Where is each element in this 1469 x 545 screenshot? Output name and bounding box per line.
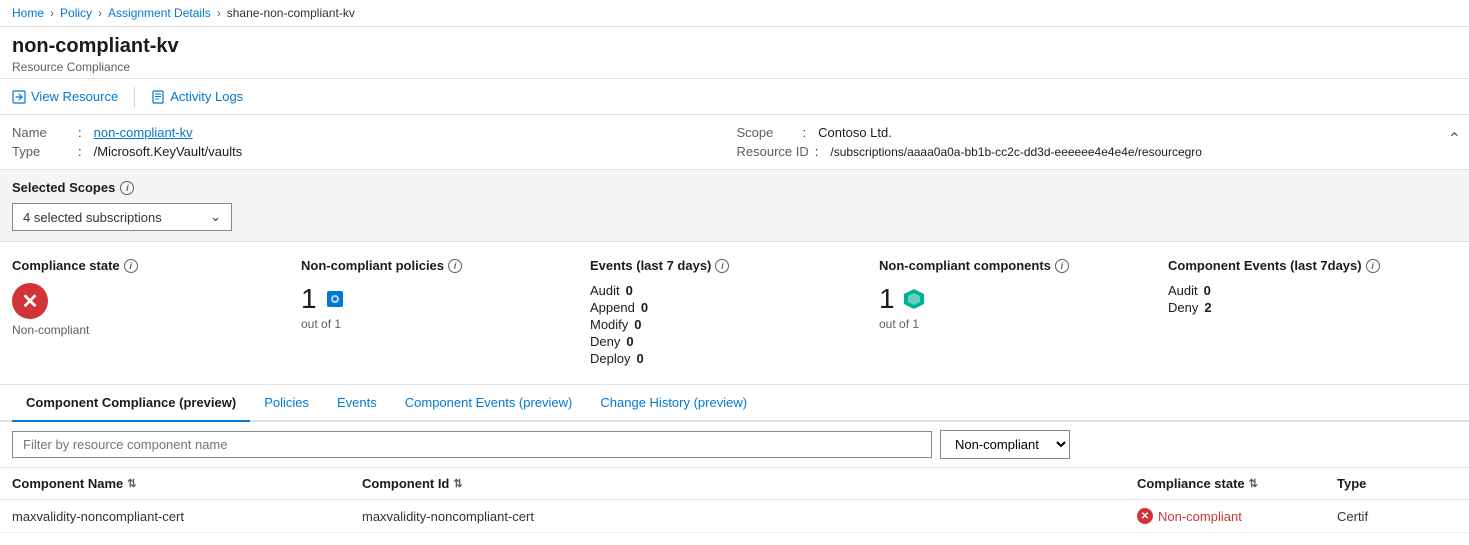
- breadcrumb-assignment-details[interactable]: Assignment Details: [108, 6, 211, 20]
- compliance-filter-dropdown[interactable]: Non-compliant: [940, 430, 1070, 459]
- activity-logs-label: Activity Logs: [170, 89, 243, 104]
- view-resource-button[interactable]: View Resource: [12, 85, 118, 108]
- table-header: Component Name ⇅ Component Id ⇅ Complian…: [0, 468, 1469, 500]
- non-compliant-policies-count: 1: [301, 283, 317, 315]
- comp-event-deny: Deny 2: [1168, 300, 1437, 315]
- col-component-name: Component Name ⇅: [12, 476, 362, 491]
- non-compliant-policies-info-icon[interactable]: i: [448, 259, 462, 273]
- component-events-list: Audit 0 Deny 2: [1168, 283, 1437, 315]
- scopes-label: Selected Scopes i: [12, 180, 1457, 195]
- event-deny: Deny 0: [590, 334, 859, 349]
- comp-event-audit: Audit 0: [1168, 283, 1437, 298]
- scope-value: Contoso Ltd.: [818, 125, 892, 140]
- view-resource-icon: [12, 90, 26, 104]
- view-resource-label: View Resource: [31, 89, 118, 104]
- breadcrumb-policy[interactable]: Policy: [60, 6, 92, 20]
- cell-compliance-state: ✕ Non-compliant: [1137, 508, 1337, 524]
- stats-section: Compliance state i ✕ Non-compliant Non-c…: [0, 242, 1469, 385]
- scopes-section: Selected Scopes i 4 selected subscriptio…: [0, 170, 1469, 242]
- scope-dropdown-value: 4 selected subscriptions: [23, 210, 162, 225]
- name-value[interactable]: non-compliant-kv: [94, 125, 193, 140]
- breadcrumb: Home › Policy › Assignment Details › sha…: [0, 0, 1469, 27]
- event-modify: Modify 0: [590, 317, 859, 332]
- cell-component-id: maxvalidity-noncompliant-cert: [362, 509, 1137, 524]
- scopes-info-icon[interactable]: i: [120, 181, 134, 195]
- tab-change-history[interactable]: Change History (preview): [586, 385, 761, 422]
- tabs-bar: Component Compliance (preview) Policies …: [0, 385, 1469, 422]
- component-events-info-icon[interactable]: i: [1366, 259, 1380, 273]
- sort-compliance-state-icon[interactable]: ⇅: [1249, 477, 1258, 490]
- non-compliant-components-out-of: out of 1: [879, 317, 1148, 331]
- tab-events[interactable]: Events: [323, 385, 391, 422]
- col-type: Type: [1337, 476, 1457, 491]
- col-compliance-state: Compliance state ⇅: [1137, 476, 1337, 491]
- tab-component-events[interactable]: Component Events (preview): [391, 385, 587, 422]
- non-compliant-label: Non-compliant: [12, 323, 281, 337]
- page-subtitle: Resource Compliance: [12, 60, 1457, 74]
- type-label: Type: [12, 144, 72, 159]
- resource-id-value: /subscriptions/aaaa0a0a-bb1b-cc2c-dd3d-e…: [830, 145, 1202, 159]
- non-compliant-components-count: 1: [879, 283, 895, 315]
- breadcrumb-home[interactable]: Home: [12, 6, 44, 20]
- events-list: Audit 0 Append 0 Modify 0 Deny 0 Deploy …: [590, 283, 859, 366]
- cell-component-name: maxvalidity-noncompliant-cert: [12, 509, 362, 524]
- events-info-icon[interactable]: i: [715, 259, 729, 273]
- event-append: Append 0: [590, 300, 859, 315]
- non-compliant-components-info-icon[interactable]: i: [1055, 259, 1069, 273]
- scope-dropdown[interactable]: 4 selected subscriptions ⌄: [12, 203, 232, 231]
- compliance-state-block: Compliance state i ✕ Non-compliant: [12, 258, 301, 368]
- tab-policies[interactable]: Policies: [250, 385, 323, 422]
- filter-bar: Non-compliant: [0, 422, 1469, 468]
- chevron-down-icon: ⌄: [210, 209, 221, 225]
- resource-id-label: Resource ID: [737, 144, 809, 159]
- component-events-title: Component Events (last 7days) i: [1168, 258, 1437, 273]
- page-title: non-compliant-kv: [12, 35, 1457, 58]
- non-compliant-components-block: Non-compliant components i 1 out of 1: [879, 258, 1168, 368]
- cell-type: Certif: [1337, 509, 1457, 524]
- col-component-id: Component Id ⇅: [362, 476, 1137, 491]
- toolbar-divider: [134, 87, 135, 107]
- non-compliant-icon: ✕: [12, 283, 48, 319]
- tab-component-compliance[interactable]: Component Compliance (preview): [12, 385, 250, 422]
- event-audit: Audit 0: [590, 283, 859, 298]
- scope-label: Scope: [737, 125, 797, 140]
- policy-icon: [325, 289, 345, 309]
- events-title: Events (last 7 days) i: [590, 258, 859, 273]
- filter-input[interactable]: [12, 431, 932, 458]
- activity-logs-icon: [151, 90, 165, 104]
- non-compliant-policies-title: Non-compliant policies i: [301, 258, 570, 273]
- compliance-state-info-icon[interactable]: i: [124, 259, 138, 273]
- component-events-block: Component Events (last 7days) i Audit 0 …: [1168, 258, 1457, 368]
- collapse-button[interactable]: ⌃: [1444, 125, 1465, 153]
- type-value: /Microsoft.KeyVault/vaults: [94, 144, 243, 159]
- sort-component-name-icon[interactable]: ⇅: [127, 477, 136, 490]
- sort-component-id-icon[interactable]: ⇅: [453, 477, 462, 490]
- activity-logs-button[interactable]: Activity Logs: [151, 85, 243, 108]
- non-compliant-policies-out-of: out of 1: [301, 317, 570, 331]
- non-compliant-policies-block: Non-compliant policies i 1 out of 1: [301, 258, 590, 368]
- table-row: maxvalidity-noncompliant-cert maxvalidit…: [0, 500, 1469, 533]
- compliance-state-title: Compliance state i: [12, 258, 281, 273]
- events-block: Events (last 7 days) i Audit 0 Append 0 …: [590, 258, 879, 368]
- breadcrumb-current: shane-non-compliant-kv: [227, 6, 355, 20]
- event-deploy: Deploy 0: [590, 351, 859, 366]
- name-label: Name: [12, 125, 72, 140]
- meta-section: Name : non-compliant-kv Type : /Microsof…: [0, 115, 1469, 170]
- page-header: non-compliant-kv Resource Compliance: [0, 27, 1469, 79]
- non-compliant-components-title: Non-compliant components i: [879, 258, 1148, 273]
- compliance-error-icon: ✕: [1137, 508, 1153, 524]
- toolbar: View Resource Activity Logs: [0, 79, 1469, 115]
- component-icon: [903, 288, 925, 310]
